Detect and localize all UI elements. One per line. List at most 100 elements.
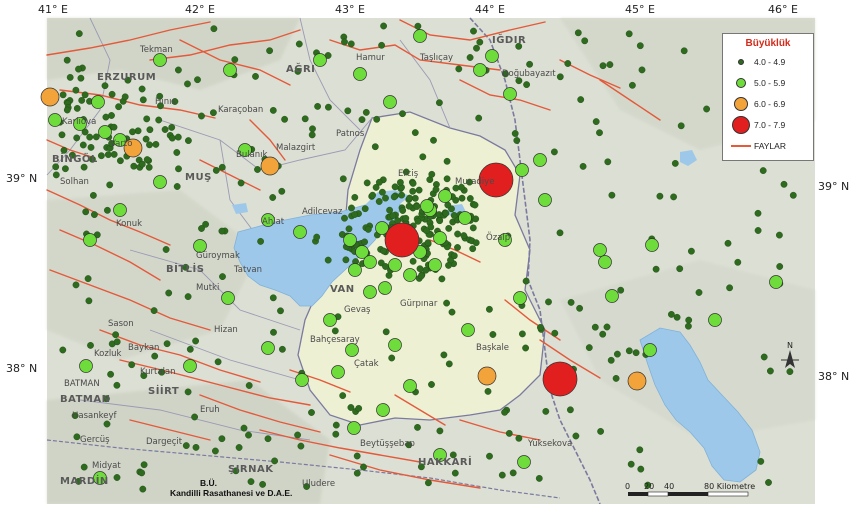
epicenter-m4 xyxy=(347,404,355,411)
epicenter-m4 xyxy=(161,126,169,133)
epicenter-m4 xyxy=(371,143,379,151)
epicenter-m4 xyxy=(416,265,424,273)
epicenter-m4 xyxy=(210,25,218,33)
epicenter-m4 xyxy=(460,232,468,240)
epicenter-m4 xyxy=(564,60,572,67)
epicenter-m4 xyxy=(351,193,359,201)
scale-tick-20: 20 xyxy=(644,482,654,491)
label-baykan: Baykan xyxy=(128,343,159,353)
epicenter-m4 xyxy=(186,345,194,353)
label-konuk: Konuk xyxy=(116,219,142,229)
epicenter-m4 xyxy=(82,208,90,216)
epicenter-m4 xyxy=(780,180,788,188)
epicenter-m4 xyxy=(259,480,266,488)
epicenter-m4 xyxy=(424,479,432,487)
epicenter-m4 xyxy=(269,107,277,114)
epicenter-m4 xyxy=(353,469,361,477)
epicenter-m4 xyxy=(360,463,367,471)
label-gurpinar: Gürpınar xyxy=(400,299,438,309)
label-bahcesaray: Bahçesaray xyxy=(310,335,360,345)
legend-title: Büyüklük xyxy=(745,38,791,49)
epicenter-m4 xyxy=(399,207,407,214)
epicenter-m4 xyxy=(378,41,385,49)
epicenter-m5 xyxy=(403,379,417,393)
label-karacoban: Karaçoban xyxy=(218,105,263,115)
epicenter-m4 xyxy=(140,461,148,469)
epicenter-m4 xyxy=(75,65,82,73)
epicenter-m4 xyxy=(108,90,116,98)
epicenter-m4 xyxy=(108,112,115,119)
epicenter-m4 xyxy=(214,358,222,366)
epicenter-m4 xyxy=(576,304,583,312)
epicenter-m5 xyxy=(363,255,377,269)
epicenter-m4 xyxy=(424,239,432,247)
epicenter-m4 xyxy=(627,460,635,468)
epicenter-m4 xyxy=(409,187,417,195)
epicenter-m4 xyxy=(218,435,226,443)
epicenter-m4 xyxy=(339,392,347,399)
label-baskale: Başkale xyxy=(476,343,509,353)
legend-dot-medium-icon xyxy=(736,77,746,88)
fault-line-icon xyxy=(731,144,751,147)
epicenter-m4 xyxy=(332,430,340,438)
label-erzurum: ERZURUM xyxy=(97,72,156,83)
label-agri: AĞRI xyxy=(286,62,315,75)
epicenter-m4 xyxy=(484,387,492,395)
epicenter-m4 xyxy=(388,354,396,362)
label-kurtalan: Kurtalan xyxy=(140,367,176,377)
epicenter-m5 xyxy=(153,175,167,189)
label-sason: Sason xyxy=(108,319,134,329)
epicenter-m4 xyxy=(445,261,452,269)
epicenter-m4 xyxy=(182,442,190,449)
epicenter-m4 xyxy=(703,105,710,113)
epicenter-m4 xyxy=(760,353,768,361)
epicenter-m4 xyxy=(353,452,361,460)
label-taslicay: Taşlıçay xyxy=(419,53,453,63)
epicenter-m4 xyxy=(656,192,664,200)
lon-label-44: 44° E xyxy=(475,3,505,16)
epicenter-m6 xyxy=(627,371,647,391)
epicenter-m4 xyxy=(194,76,201,84)
label-dogubayazit: Doğubayazıt xyxy=(502,69,556,79)
label-adilcevaz: Adilcevaz xyxy=(302,207,343,217)
epicenter-m4 xyxy=(396,178,404,186)
epicenter-m5 xyxy=(538,193,552,207)
label-eruh: Eruh xyxy=(200,405,220,415)
epicenter-m4 xyxy=(636,42,644,50)
label-bingol: BİNGÖL xyxy=(52,151,98,165)
epicenter-m4 xyxy=(405,202,413,210)
epicenter-m4 xyxy=(198,225,205,232)
epicenter-m4 xyxy=(581,37,589,45)
epicenter-m4 xyxy=(574,29,582,37)
epicenter-m4 xyxy=(143,156,151,164)
epicenter-m4 xyxy=(415,186,423,194)
epicenter-m4 xyxy=(103,420,111,428)
epicenter-m4 xyxy=(677,122,685,130)
epicenter-m4 xyxy=(52,171,60,179)
label-ercis: Erciş xyxy=(398,169,419,179)
epicenter-m4 xyxy=(469,245,477,253)
lon-label-43: 43° E xyxy=(335,3,365,16)
epicenter-m4 xyxy=(72,281,80,289)
epicenter-m4 xyxy=(378,188,386,196)
epicenter-m5 xyxy=(378,281,392,295)
epicenter-m4 xyxy=(390,193,398,201)
epicenter-m4 xyxy=(358,116,366,124)
label-ozalp: Özalp xyxy=(486,232,510,243)
epicenter-m4 xyxy=(175,165,182,173)
epicenter-m4 xyxy=(198,112,205,120)
epicenter-m4 xyxy=(237,179,245,187)
epicenter-m4 xyxy=(767,367,774,375)
label-midyat: Midyat xyxy=(92,461,121,471)
credit-line-2: Kandilli Rasathanesi ve D.A.E. xyxy=(170,488,293,498)
epicenter-m4 xyxy=(450,211,458,219)
epicenter-m5 xyxy=(515,163,529,177)
epicenter-m4 xyxy=(625,347,633,355)
epicenter-m4 xyxy=(142,135,150,143)
epicenter-m5 xyxy=(438,189,452,203)
epicenter-m4 xyxy=(754,209,762,217)
epicenter-m4 xyxy=(375,198,383,205)
epicenter-m5 xyxy=(403,268,417,282)
epicenter-m4 xyxy=(522,277,530,285)
epicenter-m4 xyxy=(115,103,123,111)
